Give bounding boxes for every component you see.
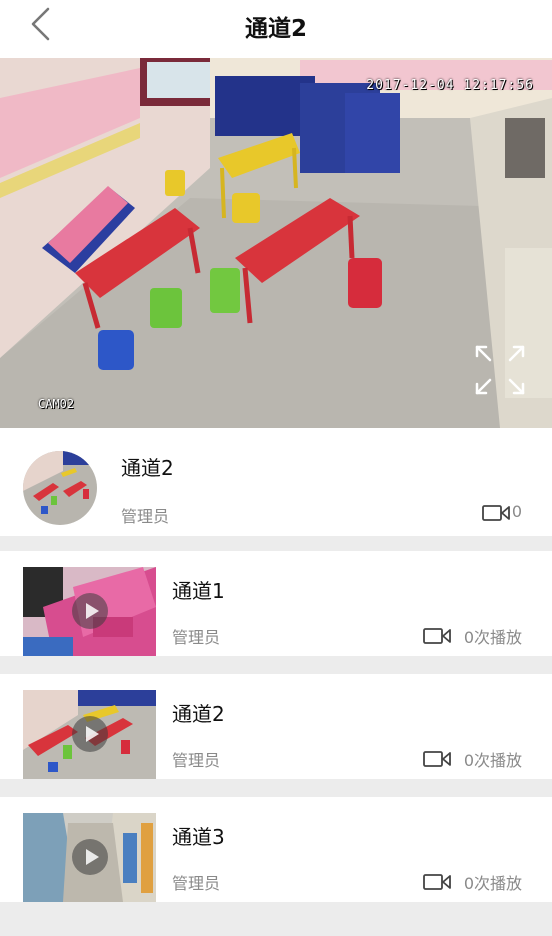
video-timestamp: 2017-12-04 12:17:56 xyxy=(366,78,534,93)
channel-name: 通道1 xyxy=(172,579,225,603)
channel-owner: 管理员 xyxy=(172,628,221,647)
channel-avatar-image xyxy=(23,451,97,525)
video-frame xyxy=(0,58,552,428)
fullscreen-icon xyxy=(475,345,525,395)
current-channel-card: 通道2 管理员 0 xyxy=(0,428,552,536)
video-player[interactable]: 2017-12-04 12:17:56 CAM02 xyxy=(0,58,552,428)
top-bar: 通道2 xyxy=(0,0,552,58)
play-icon xyxy=(72,716,108,752)
channel-page: 通道2 2017-12-04 12:17:56 CAM02 通道2 管理员 0 … xyxy=(0,0,552,936)
channel-play-count: 0次播放 xyxy=(463,874,522,893)
page-title: 通道2 xyxy=(244,16,307,42)
play-icon xyxy=(72,839,108,875)
video-camera-icon xyxy=(423,751,451,767)
fullscreen-button[interactable] xyxy=(474,344,526,396)
camera-label: CAM02 xyxy=(38,397,75,411)
channel-owner: 管理员 xyxy=(172,874,221,893)
current-channel-play-count: 0 xyxy=(511,502,522,521)
channel-list-item-3[interactable]: 通道3 管理员 0次播放 xyxy=(0,797,552,902)
channel-name: 通道3 xyxy=(172,825,225,849)
channel-thumbnail xyxy=(23,690,156,779)
current-channel-name: 通道2 xyxy=(121,456,174,480)
channel-thumbnail xyxy=(23,567,156,656)
channel-play-count: 0次播放 xyxy=(463,751,522,770)
play-icon xyxy=(72,593,108,629)
channel-owner: 管理员 xyxy=(172,751,221,770)
video-camera-icon xyxy=(482,505,510,521)
channel-play-count: 0次播放 xyxy=(463,628,522,647)
channel-name: 通道2 xyxy=(172,702,225,726)
current-channel-owner: 管理员 xyxy=(121,507,170,526)
video-camera-icon xyxy=(423,628,451,644)
video-camera-icon xyxy=(423,874,451,890)
channel-list-item-1[interactable]: 通道1 管理员 0次播放 xyxy=(0,551,552,656)
channel-list-item-2[interactable]: 通道2 管理员 0次播放 xyxy=(0,674,552,779)
channel-avatar xyxy=(23,451,97,525)
channel-thumbnail xyxy=(23,813,156,902)
